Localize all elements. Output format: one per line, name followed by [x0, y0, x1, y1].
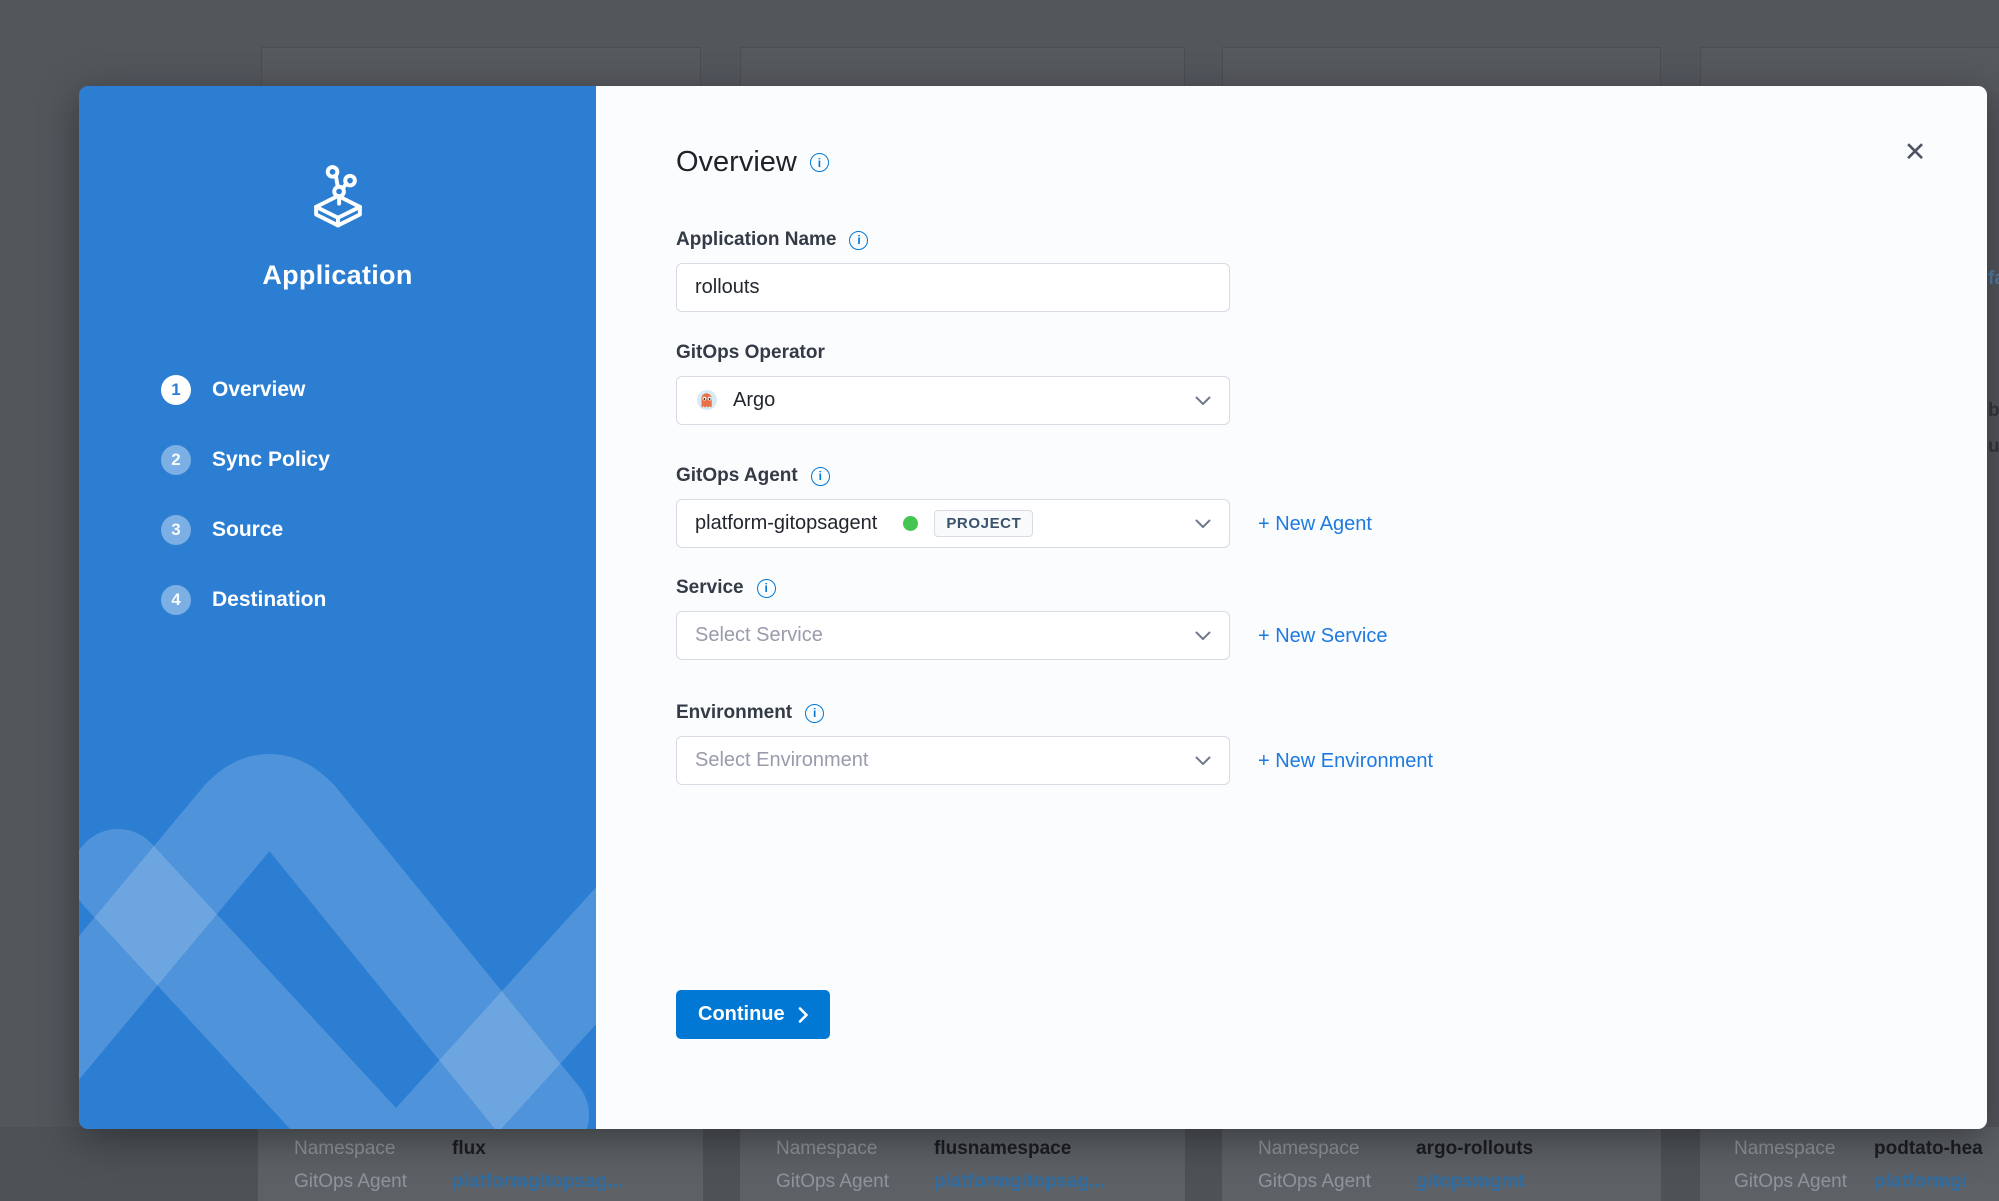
- card-row: GitOps Agent gitopsmgmt: [1222, 1165, 1661, 1198]
- service-select[interactable]: Select Service: [676, 611, 1230, 660]
- namespace-label: Namespace: [294, 1138, 452, 1160]
- environment-field: Environment i Select Environment: [676, 702, 1230, 785]
- continue-button[interactable]: Continue: [676, 990, 830, 1039]
- chevron-down-icon: [1195, 631, 1211, 641]
- chevron-down-icon: [1195, 519, 1211, 529]
- gitops-agent-value: platformgitopsag...: [452, 1171, 623, 1193]
- wizard-steps: 1 Overview 2 Sync Policy 3 Source 4 Dest…: [161, 375, 330, 655]
- service-placeholder: Select Service: [695, 624, 823, 647]
- gitops-agent-value: platform-gitopsagent: [695, 512, 877, 535]
- step-label: Source: [212, 518, 283, 542]
- wizard-step-overview[interactable]: 1 Overview: [161, 375, 330, 405]
- info-icon[interactable]: i: [757, 579, 776, 598]
- agent-health-dot: [903, 516, 918, 531]
- gitops-agent-value: gitopsmgmt: [1416, 1171, 1525, 1193]
- clipped-text-fragment: fa: [1988, 268, 1999, 290]
- info-icon[interactable]: i: [811, 467, 830, 486]
- service-label: Service: [676, 577, 744, 599]
- gitops-operator-select[interactable]: Argo: [676, 376, 1230, 425]
- namespace-label: Namespace: [1734, 1138, 1874, 1160]
- card-row: GitOps Agent platformgitopsag...: [740, 1165, 1185, 1198]
- gitops-agent-label: GitOps Agent: [676, 465, 798, 487]
- wizard-step-source[interactable]: 3 Source: [161, 515, 330, 545]
- argo-icon: [695, 389, 719, 413]
- service-row: Service i Select Service + New Service: [676, 577, 1987, 660]
- gitops-agent-select[interactable]: platform-gitopsagent PROJECT: [676, 499, 1230, 548]
- environment-row: Environment i Select Environment + New E…: [676, 702, 1987, 785]
- page-title: Overview: [676, 146, 797, 179]
- gitops-operator-label: GitOps Operator: [676, 342, 825, 364]
- gitops-operator-field: GitOps Operator Argo: [676, 342, 1987, 425]
- info-icon[interactable]: i: [849, 231, 868, 250]
- namespace-value: flusnamespace: [934, 1138, 1071, 1160]
- chevron-down-icon: [1195, 396, 1211, 406]
- background-card: Namespace flusnamespace GitOps Agent pla…: [740, 1127, 1185, 1201]
- step-number-badge: 3: [161, 515, 191, 545]
- application-icon: [303, 162, 373, 232]
- card-row: Namespace argo-rollouts: [1222, 1132, 1661, 1165]
- wizard-step-destination[interactable]: 4 Destination: [161, 585, 330, 615]
- clipped-text-fragment: ux: [1988, 436, 1999, 458]
- card-row: GitOps Agent platformgi: [1700, 1165, 1999, 1198]
- application-name-input[interactable]: [676, 263, 1230, 312]
- background-card: Namespace argo-rollouts GitOps Agent git…: [1222, 1127, 1661, 1201]
- info-icon[interactable]: i: [810, 153, 829, 172]
- step-number-badge: 1: [161, 375, 191, 405]
- gitops-agent-value: platformgi: [1874, 1171, 1967, 1193]
- gitops-agent-label: GitOps Agent: [1734, 1171, 1874, 1193]
- scope-badge: PROJECT: [934, 510, 1033, 537]
- close-button[interactable]: ✕: [1895, 132, 1935, 172]
- environment-select[interactable]: Select Environment: [676, 736, 1230, 785]
- sidebar-title: Application: [79, 260, 596, 291]
- step-label: Sync Policy: [212, 448, 330, 472]
- wizard-content: ✕ Overview i Application Name i GitOps O…: [596, 86, 1987, 1129]
- gitops-agent-label: GitOps Agent: [776, 1171, 934, 1193]
- step-number-badge: 4: [161, 585, 191, 615]
- card-row: Namespace flux: [258, 1132, 703, 1165]
- gitops-agent-label: GitOps Agent: [294, 1171, 452, 1193]
- new-service-link[interactable]: + New Service: [1258, 625, 1388, 648]
- namespace-value: flux: [452, 1138, 486, 1160]
- wizard-sidebar: Application 1 Overview 2 Sync Policy 3 S…: [79, 86, 596, 1129]
- step-label: Destination: [212, 588, 326, 612]
- clipped-text-fragment: be: [1988, 400, 1999, 422]
- chevron-down-icon: [1195, 756, 1211, 766]
- environment-placeholder: Select Environment: [695, 749, 868, 772]
- screen: Namespace flux GitOps Agent platformgito…: [0, 0, 1999, 1201]
- gitops-operator-value: Argo: [733, 389, 775, 412]
- background-card-strip: Namespace flux GitOps Agent platformgito…: [0, 1127, 1999, 1201]
- close-icon: ✕: [1904, 137, 1927, 167]
- card-row: GitOps Agent platformgitopsag...: [258, 1165, 703, 1198]
- card-row: Namespace podtato-hea: [1700, 1132, 1999, 1165]
- namespace-label: Namespace: [776, 1138, 934, 1160]
- new-environment-link[interactable]: + New Environment: [1258, 750, 1433, 773]
- sidebar-header: Application: [79, 162, 596, 291]
- namespace-value: podtato-hea: [1874, 1138, 1983, 1160]
- card-row: Namespace flusnamespace: [740, 1132, 1185, 1165]
- application-name-field: Application Name i: [676, 229, 1987, 312]
- background-card: Namespace podtato-hea GitOps Agent platf…: [1700, 1127, 1999, 1201]
- gitops-agent-row: GitOps Agent i platform-gitopsagent PROJ…: [676, 465, 1987, 548]
- step-number-badge: 2: [161, 445, 191, 475]
- application-wizard-modal: Application 1 Overview 2 Sync Policy 3 S…: [79, 86, 1987, 1129]
- step-label: Overview: [212, 378, 305, 402]
- application-name-label: Application Name: [676, 229, 836, 251]
- wizard-step-sync-policy[interactable]: 2 Sync Policy: [161, 445, 330, 475]
- gitops-agent-value: platformgitopsag...: [934, 1171, 1105, 1193]
- continue-label: Continue: [698, 1003, 785, 1026]
- page-title-row: Overview i: [676, 146, 1987, 179]
- environment-label: Environment: [676, 702, 792, 724]
- chevron-right-icon: [798, 1007, 808, 1023]
- gitops-agent-label: GitOps Agent: [1258, 1171, 1416, 1193]
- background-card: Namespace flux GitOps Agent platformgito…: [258, 1127, 703, 1201]
- info-icon[interactable]: i: [805, 704, 824, 723]
- namespace-value: argo-rollouts: [1416, 1138, 1533, 1160]
- service-field: Service i Select Service: [676, 577, 1230, 660]
- harness-watermark: [79, 725, 596, 1129]
- new-agent-link[interactable]: + New Agent: [1258, 513, 1372, 536]
- namespace-label: Namespace: [1258, 1138, 1416, 1160]
- gitops-agent-field: GitOps Agent i platform-gitopsagent PROJ…: [676, 465, 1230, 548]
